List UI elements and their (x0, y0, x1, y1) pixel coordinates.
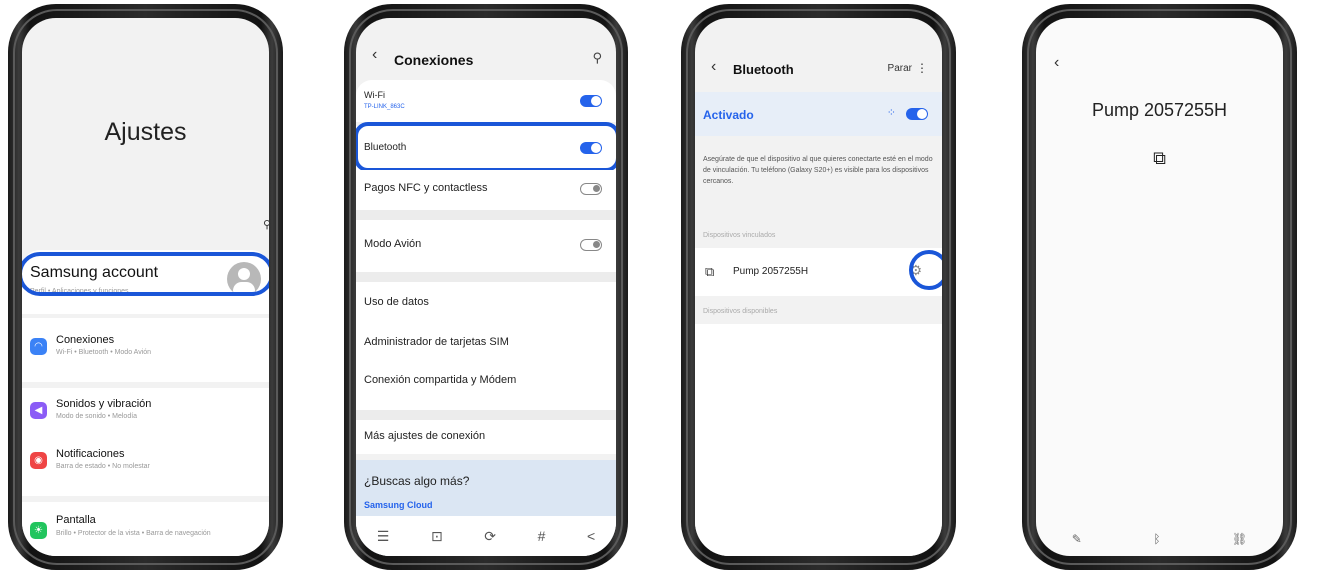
pairing-info: Asegúrate de que el dispositivo al que q… (703, 156, 933, 185)
item-sub: Modo de sonido • Melodía (56, 413, 138, 420)
item-label: Pantalla (56, 514, 96, 526)
more-options-icon[interactable]: ⋮ (916, 61, 928, 75)
available-devices-header: Dispositivos disponibles (703, 308, 778, 315)
sim-manager-item[interactable]: Administrador de tarjetas SIM (364, 336, 509, 348)
screen-conexiones: ‹ Conexiones ⚲ Wi-Fi TP-LINK_863C Blueto… (356, 18, 616, 556)
nfc-toggle[interactable] (580, 183, 602, 195)
back-icon[interactable]: ‹ (711, 58, 716, 76)
item-sub: Barra de estado • No molestar (56, 463, 150, 470)
page-title: Bluetooth (733, 62, 794, 77)
data-usage-item[interactable]: Uso de datos (364, 296, 429, 308)
more-settings-label: Más ajustes de conexión (364, 430, 486, 442)
edge-icon[interactable]: ☰ (377, 528, 390, 545)
divider (356, 210, 616, 220)
samsung-cloud-link[interactable]: Samsung Cloud (364, 500, 433, 510)
scan-icon[interactable]: ⊡ (431, 528, 443, 545)
search-icon[interactable]: ⚲ (592, 50, 602, 66)
phone-settings: Ajustes ⚲ Samsung account Perfil • Aplic… (8, 4, 283, 570)
speaker-icon: ◀ (30, 402, 47, 419)
unpair-icon[interactable]: ⛓ (1232, 532, 1247, 546)
more-settings-row[interactable]: Más ajustes de conexión (356, 420, 616, 454)
bell-icon: ◉ (30, 452, 47, 469)
share-icon[interactable]: < (587, 528, 595, 544)
scanning-icon: ⁘ (886, 107, 896, 119)
item-sub: Wi-Fi • Bluetooth • Modo Avión (56, 349, 152, 356)
airplane-toggle[interactable] (580, 239, 602, 251)
bluetooth-icon[interactable]: ᛒ (1153, 532, 1160, 546)
device-title: Pump 2057255H (1091, 100, 1228, 120)
connections-group: Uso de datos Administrador de tarjetas S… (356, 282, 616, 410)
suggestion-question: ¿Buscas algo más? (364, 474, 470, 488)
hash-icon[interactable]: # (538, 528, 546, 544)
screen-device: ‹ Pump 2057255H ⧉ ✎ ᛒ ⛓ (1036, 18, 1283, 556)
settings-item-conexiones[interactable]: ◠ Conexiones Wi-Fi • Bluetooth • Modo Av… (22, 318, 269, 382)
phone-device: ‹ Pump 2057255H ⧉ ✎ ᛒ ⛓ (1022, 4, 1297, 570)
page-title: Conexiones (394, 52, 474, 68)
device-icon: ⧉ (1153, 148, 1166, 168)
available-devices-area (695, 324, 942, 556)
paired-device-row[interactable]: ⧉ Pump 2057255H ⚙ (695, 248, 942, 296)
item-label: Notificaciones (56, 448, 125, 460)
sun-icon: ☀ (30, 522, 47, 539)
hotspot-item[interactable]: Conexión compartida y Módem (364, 374, 516, 386)
wifi-toggle[interactable] (580, 95, 602, 107)
paired-devices-header: Dispositivos vinculados (703, 232, 776, 239)
screen-bluetooth: ‹ Bluetooth Parar ⋮ Activado ⁘ Asegúrate… (695, 18, 942, 556)
settings-item-pantalla[interactable]: ☀ Pantalla Brillo • Protector de la vist… (22, 502, 269, 556)
item-label: Conexiones (56, 334, 115, 346)
device-icon: ⧉ (705, 264, 715, 279)
settings-group-sound-notif: ◀ Sonidos y vibración Modo de sonido • M… (22, 388, 269, 496)
rotate-icon[interactable]: ⟳ (484, 528, 496, 545)
phone-bluetooth: ‹ Bluetooth Parar ⋮ Activado ⁘ Asegúrate… (681, 4, 956, 570)
nfc-row[interactable]: Pagos NFC y contactless (356, 170, 616, 210)
rename-icon[interactable]: ✎ (1072, 532, 1082, 546)
device-name: Pump 2057255H (733, 266, 809, 277)
airplane-row[interactable]: Modo Avión (356, 220, 616, 272)
highlight-samsung-account (22, 252, 269, 296)
divider (356, 272, 616, 282)
search-icon[interactable]: ⚲ (263, 218, 269, 231)
wifi-network: TP-LINK_863C (364, 104, 405, 110)
page-title: Ajustes (104, 118, 187, 146)
back-icon[interactable]: ‹ (1054, 54, 1059, 72)
status-label: Activado (703, 108, 754, 122)
wifi-row[interactable]: Wi-Fi TP-LINK_863C (356, 80, 616, 122)
nfc-label: Pagos NFC y contactless (364, 182, 488, 194)
divider (356, 410, 616, 420)
item-sub: Brillo • Protector de la vista • Barra d… (56, 530, 211, 537)
highlight-gear (909, 250, 942, 290)
wifi-label: Wi-Fi (364, 90, 385, 100)
phone-conexiones: ‹ Conexiones ⚲ Wi-Fi TP-LINK_863C Blueto… (344, 4, 628, 570)
bluetooth-status-row[interactable]: Activado ⁘ (695, 92, 942, 136)
wifi-icon: ◠ (30, 338, 47, 355)
airplane-label: Modo Avión (364, 238, 422, 250)
highlight-bluetooth (356, 122, 616, 172)
screen-settings: Ajustes ⚲ Samsung account Perfil • Aplic… (22, 18, 269, 556)
back-icon[interactable]: ‹ (372, 46, 377, 64)
bluetooth-toggle[interactable] (906, 108, 928, 120)
device-actions: ✎ ᛒ ⛓ (1036, 532, 1283, 546)
stop-button[interactable]: Parar (888, 63, 912, 74)
item-label: Sonidos y vibración (56, 398, 152, 410)
bottom-nav: ☰ ⊡ ⟳ # < (356, 516, 616, 556)
